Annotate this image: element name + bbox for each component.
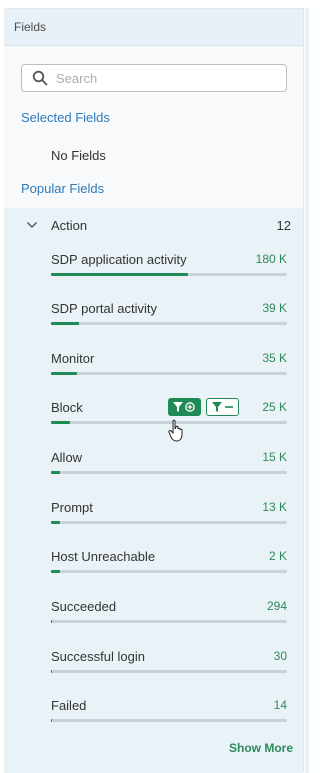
field-value-count: 180 K bbox=[255, 252, 287, 266]
field-value-row[interactable]: Allow 15 K bbox=[51, 450, 287, 490]
field-value-row[interactable]: Host Unreachable 2 K bbox=[51, 549, 287, 589]
value-distribution-bar bbox=[51, 273, 287, 276]
hand-cursor-icon bbox=[168, 419, 183, 442]
value-distribution-fill bbox=[51, 273, 188, 276]
field-value-label: SDP application activity bbox=[51, 252, 187, 267]
field-value-row[interactable]: Succeeded 294 bbox=[51, 599, 287, 639]
field-name: Action bbox=[51, 218, 88, 233]
filter-include-button[interactable] bbox=[168, 398, 201, 416]
popular-fields-section: Action 12 SDP application activity 180 KS… bbox=[4, 208, 303, 773]
value-filter-actions bbox=[168, 398, 239, 416]
value-distribution-fill bbox=[51, 372, 77, 375]
value-distribution-fill bbox=[51, 521, 61, 524]
value-distribution-fill bbox=[51, 570, 60, 573]
field-value-label: Failed bbox=[51, 698, 87, 713]
chevron-down-icon[interactable] bbox=[26, 219, 38, 231]
field-value-row[interactable]: SDP application activity 180 K bbox=[51, 252, 287, 292]
field-value-row[interactable]: Successful login 30 bbox=[51, 649, 287, 689]
field-value-label: Block bbox=[51, 400, 83, 415]
field-value-row[interactable]: SDP portal activity 39 K bbox=[51, 301, 287, 341]
panel-header: Fields bbox=[4, 9, 303, 46]
field-value-count: 2 K bbox=[268, 549, 287, 563]
field-value-label: Succeeded bbox=[51, 599, 117, 614]
value-distribution-bar bbox=[51, 372, 287, 375]
value-distribution-bar bbox=[51, 471, 287, 474]
field-value-count: 30 bbox=[273, 649, 287, 663]
value-distribution-bar bbox=[51, 620, 287, 623]
field-value-count: 25 K bbox=[262, 400, 287, 414]
field-value-row[interactable]: Failed 14 bbox=[51, 698, 287, 738]
value-distribution-fill bbox=[51, 421, 70, 424]
field-value-label: Host Unreachable bbox=[51, 549, 156, 564]
field-value-label: SDP portal activity bbox=[51, 301, 157, 316]
field-value-label: Allow bbox=[51, 450, 83, 465]
field-value-row[interactable]: Monitor 35 K bbox=[51, 351, 287, 391]
popular-fields-link[interactable]: Popular Fields bbox=[21, 181, 104, 196]
field-value-count: 294 bbox=[266, 599, 287, 613]
show-more-link[interactable]: Show More bbox=[229, 741, 293, 755]
value-distribution-bar bbox=[51, 719, 287, 722]
field-value-count: 15 K bbox=[262, 450, 287, 464]
filter-plus-icon bbox=[172, 402, 195, 412]
adjacent-panel-edge bbox=[305, 8, 309, 773]
filter-minus-icon bbox=[211, 402, 233, 412]
field-value-count: 12 bbox=[276, 218, 291, 233]
panel-title: Fields bbox=[14, 20, 47, 34]
field-value-count: 13 K bbox=[262, 500, 287, 514]
field-value-count: 35 K bbox=[262, 351, 287, 365]
value-distribution-bar bbox=[51, 322, 287, 325]
value-distribution-bar bbox=[51, 570, 287, 573]
field-value-count: 14 bbox=[273, 698, 287, 712]
search-box[interactable] bbox=[21, 64, 287, 92]
search-input[interactable] bbox=[56, 70, 276, 86]
value-distribution-bar bbox=[51, 670, 287, 673]
fields-panel: Fields Selected Fields No Fields Popular… bbox=[4, 8, 304, 773]
filter-exclude-button[interactable] bbox=[206, 398, 239, 416]
field-header-action[interactable]: Action 12 bbox=[4, 208, 303, 242]
value-distribution-fill bbox=[51, 322, 80, 325]
field-value-row[interactable]: Prompt 13 K bbox=[51, 500, 287, 540]
no-fields-text: No Fields bbox=[51, 148, 106, 163]
search-icon bbox=[32, 70, 48, 86]
field-value-label: Monitor bbox=[51, 351, 95, 366]
field-value-count: 39 K bbox=[262, 301, 287, 315]
field-value-label: Successful login bbox=[51, 649, 145, 664]
field-value-label: Prompt bbox=[51, 500, 93, 515]
selected-fields-link[interactable]: Selected Fields bbox=[21, 110, 110, 125]
value-distribution-fill bbox=[51, 471, 61, 474]
value-distribution-bar bbox=[51, 521, 287, 524]
